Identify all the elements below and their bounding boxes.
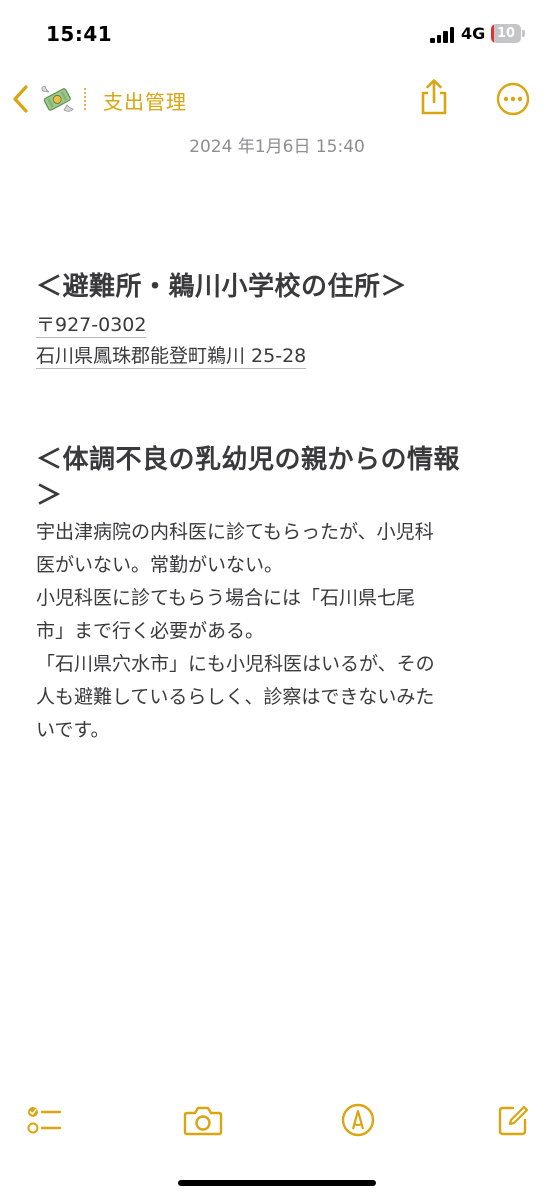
paragraph-line: 人も避難しているらしく、診察はできないみた [36, 686, 435, 708]
checklist-icon[interactable] [26, 1103, 62, 1137]
paragraph-line: 医がいない。常勤がいない。 [36, 554, 284, 576]
postal-code-link[interactable]: 〒927-0302 [36, 314, 146, 336]
note-date: 2024 年1月6日 15:40 [189, 137, 365, 157]
address[interactable]: 石川県鳳珠郡能登町鵜川 25-28 [36, 341, 520, 372]
heading-line: ＜体調不良の乳幼児の親からの情報 [36, 445, 461, 475]
section-heading-shelter-address: ＜避難所・鵜川小学校の住所＞ [36, 272, 408, 302]
heading-line: ＞ [36, 481, 63, 511]
battery-tip [522, 30, 525, 37]
chevron-left-icon[interactable] [10, 84, 32, 114]
home-indicator[interactable] [178, 1180, 376, 1186]
nav-divider [84, 88, 86, 110]
status-bar: 15:41 4G 10 [0, 0, 554, 70]
share-icon[interactable] [417, 77, 451, 117]
compose-icon[interactable] [496, 1103, 530, 1137]
markup-pen-icon[interactable] [341, 1103, 375, 1137]
bottom-toolbar [0, 1095, 554, 1145]
info-paragraph: 宇出津病院の内科医に診てもらったが、小児科 医がいない。常勤がいない。 小児科医… [36, 516, 520, 747]
address-link[interactable]: 石川県鳳珠郡能登町鵜川 25-28 [36, 345, 306, 367]
ellipsis-circle-icon[interactable] [496, 82, 530, 116]
navigation-bar: 支出管理 [0, 74, 554, 124]
section-heading-parent-info: ＜体調不良の乳幼児の親からの情報 ＞ [36, 442, 520, 514]
paragraph-line: 小児科医に診てもらう場合には「石川県七尾 [36, 587, 416, 609]
folder-title[interactable]: 支出管理 [103, 86, 187, 115]
camera-icon[interactable] [183, 1103, 223, 1137]
paragraph-line: 「石川県穴水市」にも小児科医はいるが、その [36, 653, 435, 675]
network-type: 4G [461, 24, 486, 43]
battery-icon: 10 [491, 24, 521, 43]
postal-code[interactable]: 〒927-0302 [36, 310, 520, 341]
paragraph-line: 市」まで行く必要がある。 [36, 620, 265, 642]
paragraph-line: いです。 [36, 719, 110, 741]
status-time: 15:41 [46, 22, 113, 46]
money-with-wings-icon[interactable] [40, 84, 74, 114]
paragraph-line: 宇出津病院の内科医に診てもらったが、小児科 [36, 521, 434, 543]
battery-level: 10 [496, 26, 516, 41]
note-body[interactable]: ＜避難所・鵜川小学校の住所＞ 〒927-0302 石川県鳳珠郡能登町鵜川 25-… [36, 264, 520, 747]
cellular-signal-icon [430, 27, 456, 43]
